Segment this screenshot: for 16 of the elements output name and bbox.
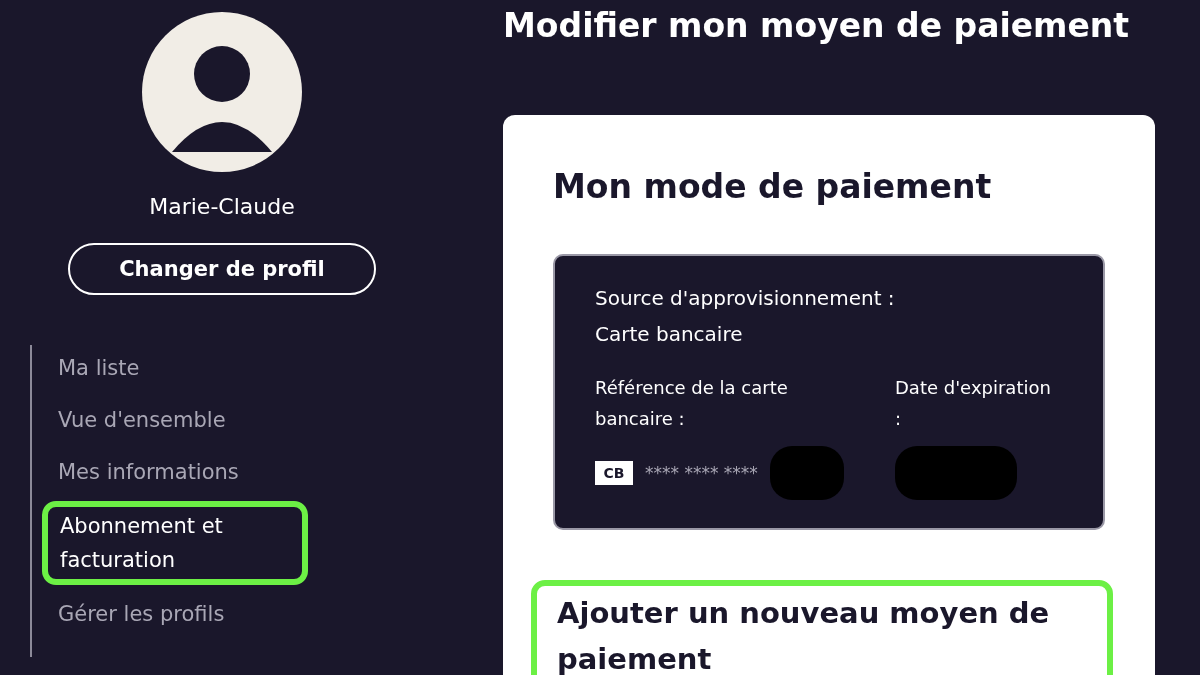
profile-name: Marie-Claude [149,194,295,219]
add-payment-heading: Ajouter un nouveau moyen de paiement [531,580,1113,675]
nav-item[interactable]: Mes informations [58,449,470,495]
source-label: Source d'approvisionnement : [595,285,896,312]
page-title: Modifier mon moyen de paiement [503,6,1131,45]
card-reference-label: Référence de la carte bancaire : [595,376,789,431]
change-profile-button[interactable]: Changer de profil [68,243,376,295]
expiry-label: Date d'expiration : [895,376,1052,431]
nav-item[interactable]: Ma liste [58,345,470,391]
card-number: **** **** **** [645,463,758,483]
card-logo: CB [595,461,633,485]
nav-item[interactable]: Vue d'ensemble [58,397,470,443]
section-title: Mon mode de paiement [553,167,993,206]
nav-item[interactable]: Gérer les profils [58,591,470,637]
source-value: Carte bancaire [595,321,744,348]
nav-item[interactable]: Abonnement et facturation [42,501,308,585]
